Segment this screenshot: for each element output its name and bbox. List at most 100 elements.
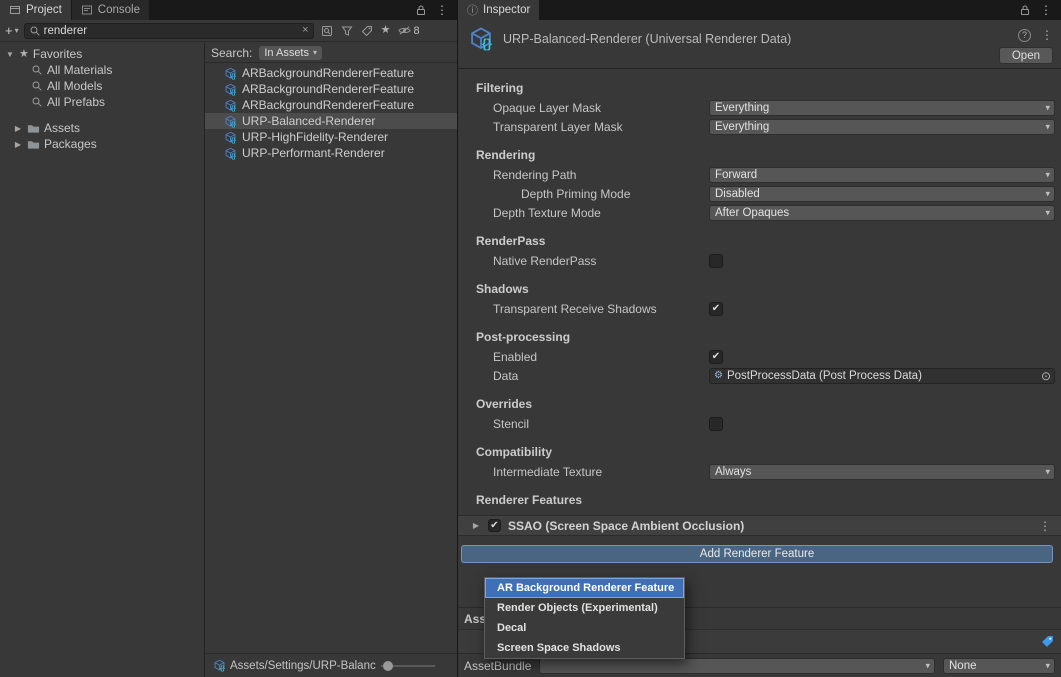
renderer-asset-icon: {} <box>224 131 237 144</box>
tab-project[interactable]: Project <box>0 0 72 20</box>
section-shadows: Shadows <box>476 282 1055 296</box>
postprocessing-enabled-checkbox[interactable]: ✔ <box>709 350 723 364</box>
saved-search-icon <box>31 80 43 92</box>
svg-text:{}: {} <box>220 665 226 672</box>
section-renderpass: RenderPass <box>476 234 1055 248</box>
tab-console[interactable]: Console <box>72 0 150 20</box>
svg-text:{}: {} <box>231 152 237 159</box>
property-row: Data ⚙ PostProcessData (Post Process Dat… <box>476 366 1055 385</box>
menu-item[interactable]: AR Background Renderer Feature <box>485 578 684 598</box>
eye-slash-icon <box>398 24 411 37</box>
menu-item[interactable]: Render Objects (Experimental) <box>485 598 684 618</box>
feature-menu-icon[interactable]: ⋮ <box>1039 519 1051 533</box>
slider-knob[interactable] <box>383 661 393 671</box>
help-icon[interactable]: ? <box>1018 29 1031 42</box>
menu-item[interactable]: Screen Space Shadows <box>485 638 684 658</box>
post-process-data-field[interactable]: ⚙ PostProcessData (Post Process Data) ⊙ <box>709 368 1055 384</box>
save-search-star-icon[interactable]: ★ <box>381 25 391 36</box>
search-input[interactable] <box>44 24 300 37</box>
menu-item[interactable]: Decal <box>485 618 684 638</box>
depth-priming-mode-dropdown[interactable]: Disabled <box>709 186 1055 202</box>
section-renderer-features: Renderer Features <box>476 493 1055 507</box>
opaque-layer-mask-dropdown[interactable]: Everything <box>709 100 1055 116</box>
svg-text:{}: {} <box>231 136 237 143</box>
open-in-search-icon[interactable] <box>321 25 333 37</box>
folder-icon <box>27 122 40 135</box>
window-menu-icon[interactable]: ⋮ <box>436 3 448 17</box>
result-row[interactable]: {} URP-Performant-Renderer <box>205 145 457 161</box>
selected-asset-path: Assets/Settings/URP-Balanc <box>230 660 376 672</box>
rendering-path-dropdown[interactable]: Forward <box>709 167 1055 183</box>
property-label: Stencil <box>476 417 709 431</box>
result-row[interactable]: {} URP-Balanced-Renderer <box>205 113 457 129</box>
ssao-checkbox[interactable]: ✔ <box>488 519 501 532</box>
assetbundle-dropdown[interactable] <box>539 658 935 674</box>
clear-search-icon[interactable]: × <box>302 25 308 36</box>
search-scope-dropdown[interactable]: In Assets <box>259 46 322 60</box>
intermediate-texture-dropdown[interactable]: Always <box>709 464 1055 480</box>
project-body: ▼ ★ Favorites All Materials All Models A… <box>0 43 457 677</box>
foldout-open-icon[interactable]: ▼ <box>5 50 15 59</box>
add-renderer-feature-menu: AR Background Renderer Feature Render Ob… <box>484 577 685 659</box>
svg-text:{}: {} <box>231 104 237 111</box>
tab-inspector[interactable]: ⓘ Inspector <box>458 0 540 20</box>
thumbnail-zoom-slider[interactable] <box>381 661 435 671</box>
result-label: ARBackgroundRendererFeature <box>242 66 414 80</box>
filter-by-type-icon[interactable] <box>341 25 353 37</box>
assetbundle-variant-dropdown[interactable]: None <box>943 658 1055 674</box>
console-tab-icon <box>81 4 93 16</box>
renderer-asset-icon: {} <box>224 67 237 80</box>
tree-item-label: Assets <box>44 121 80 135</box>
lock-icon[interactable] <box>415 4 427 16</box>
object-picker-icon[interactable]: ⊙ <box>1041 370 1051 382</box>
foldout-closed-icon[interactable]: ▶ <box>471 521 481 530</box>
native-renderpass-checkbox[interactable] <box>709 254 723 268</box>
transparent-layer-mask-dropdown[interactable]: Everything <box>709 119 1055 135</box>
filter-by-label-icon[interactable] <box>361 25 373 37</box>
result-row[interactable]: {} ARBackgroundRendererFeature <box>205 65 457 81</box>
property-row: Stencil <box>476 414 1055 433</box>
svg-text:{}: {} <box>231 120 237 127</box>
renderer-feature-ssao[interactable]: ▶ ✔ SSAO (Screen Space Ambient Occlusion… <box>458 515 1061 536</box>
property-row: Rendering Path Forward <box>476 165 1055 184</box>
foldout-closed-icon[interactable]: ▶ <box>13 140 23 149</box>
tree-item-label: Packages <box>44 137 97 151</box>
result-row[interactable]: {} URP-HighFidelity-Renderer <box>205 129 457 145</box>
assetbundle-label: AssetBundle <box>464 659 531 673</box>
stencil-checkbox[interactable] <box>709 417 723 431</box>
foldout-closed-icon[interactable]: ▶ <box>13 124 23 133</box>
transparent-receive-shadows-checkbox[interactable]: ✔ <box>709 302 723 316</box>
tree-item-all-materials[interactable]: All Materials <box>0 62 204 78</box>
scriptable-object-icon: ⚙ <box>714 371 723 381</box>
property-row: Depth Priming Mode Disabled <box>476 184 1055 203</box>
tree-item-label: All Materials <box>47 63 112 77</box>
result-row[interactable]: {} ARBackgroundRendererFeature <box>205 81 457 97</box>
property-label: Transparent Receive Shadows <box>476 302 709 316</box>
tree-item-all-prefabs[interactable]: All Prefabs <box>0 94 204 110</box>
add-label-button[interactable] <box>1038 633 1056 651</box>
svg-text:{}: {} <box>231 88 237 95</box>
asset-menu-icon[interactable]: ⋮ <box>1041 28 1053 42</box>
depth-texture-mode-dropdown[interactable]: After Opaques <box>709 205 1055 221</box>
tree-item-favorites[interactable]: ▼ ★ Favorites <box>0 46 204 62</box>
lock-icon[interactable] <box>1019 4 1031 16</box>
hidden-count-value: 8 <box>413 25 419 37</box>
inspector-header: {} URP-Balanced-Renderer (Universal Rend… <box>458 20 1061 68</box>
property-label: Transparent Layer Mask <box>476 120 709 134</box>
create-asset-button[interactable]: + <box>5 24 19 37</box>
result-row[interactable]: {} ARBackgroundRendererFeature <box>205 97 457 113</box>
tree-item-all-models[interactable]: All Models <box>0 78 204 94</box>
tree-item-packages[interactable]: ▶ Packages <box>0 136 204 152</box>
tree-item-assets[interactable]: ▶ Assets <box>0 120 204 136</box>
inspector-panel: ⓘ Inspector ⋮ {} URP-Balanced-Renderer (… <box>458 0 1061 677</box>
svg-text:{}: {} <box>231 72 237 79</box>
search-result-list: {} ARBackgroundRendererFeature {} ARBack… <box>205 63 457 653</box>
project-status-bar: {} Assets/Settings/URP-Balanc <box>205 653 457 677</box>
add-renderer-feature-button[interactable]: Add Renderer Feature <box>461 545 1053 563</box>
search-icon <box>29 25 41 37</box>
open-button[interactable]: Open <box>999 47 1053 64</box>
search-box[interactable]: × <box>24 23 314 39</box>
window-menu-icon[interactable]: ⋮ <box>1040 3 1052 17</box>
search-results-header: Search: In Assets <box>205 43 457 63</box>
hidden-count-toggle[interactable]: 8 <box>398 24 419 37</box>
